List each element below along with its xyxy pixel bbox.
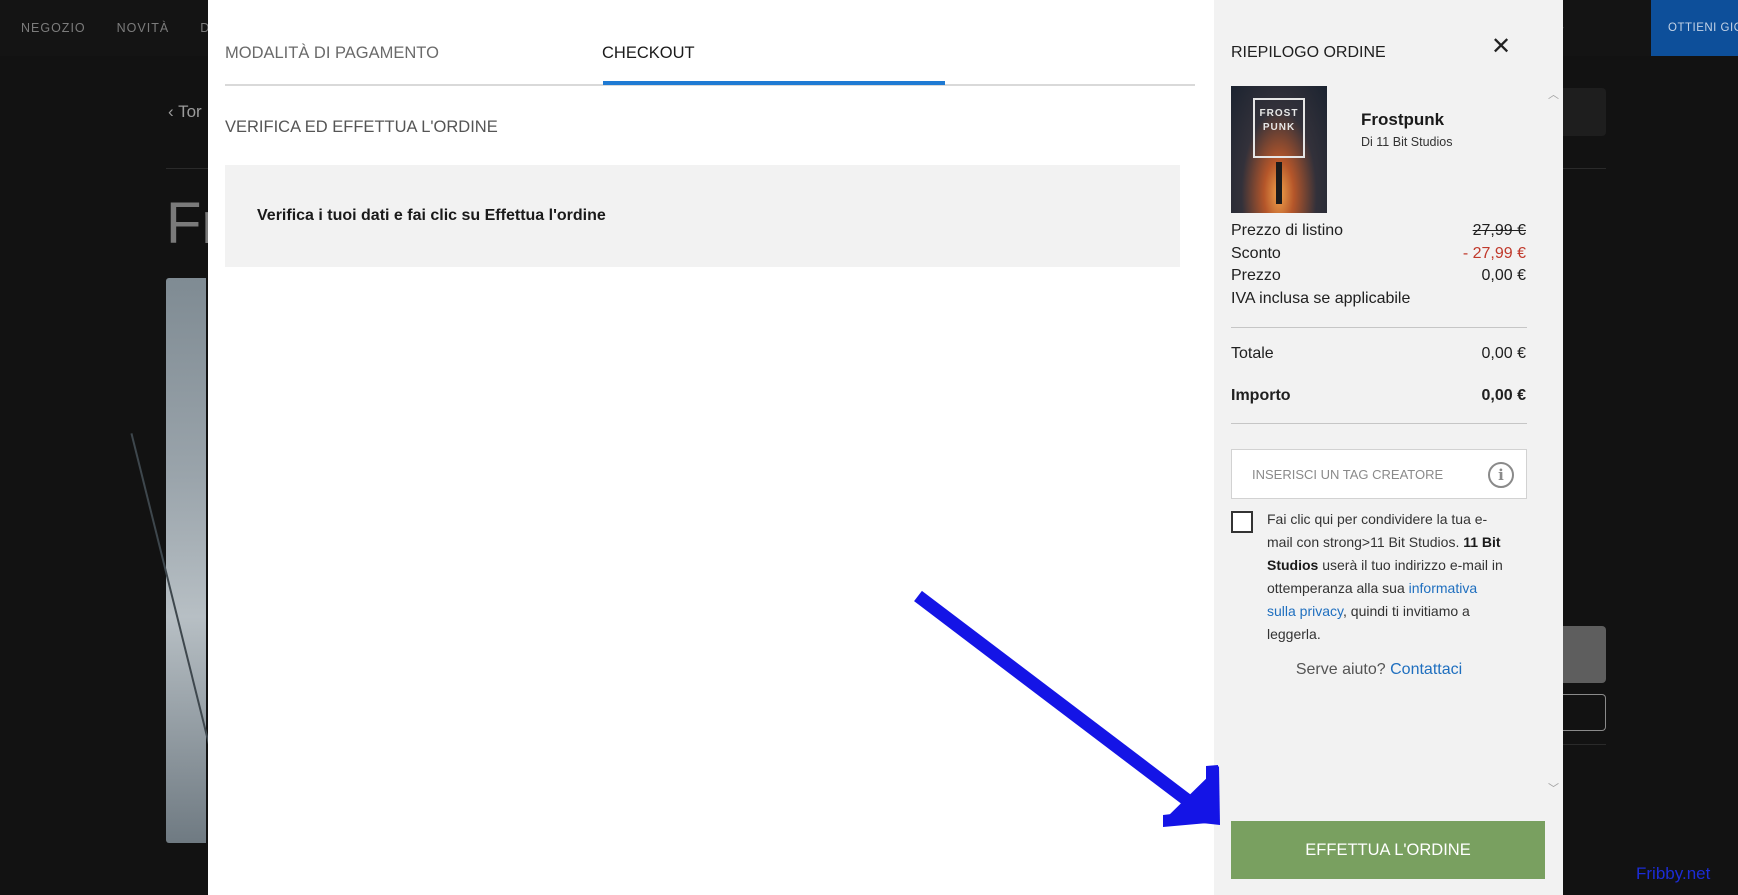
- amount-row: Importo 0,00 €: [1231, 387, 1526, 405]
- creator-tag-field: i: [1231, 449, 1527, 499]
- summary-scrollbar[interactable]: ︿ ﹀: [1546, 84, 1560, 799]
- buy-button-bg[interactable]: [1562, 626, 1606, 683]
- cover-tower: [1276, 162, 1282, 204]
- amount-label: Importo: [1231, 387, 1291, 404]
- info-icon[interactable]: i: [1488, 462, 1514, 488]
- close-icon[interactable]: ✕: [1490, 35, 1512, 59]
- game-developer: Di 11 Bit Studios: [1361, 135, 1453, 149]
- list-price-row: Prezzo di listino 27,99 €: [1231, 222, 1526, 240]
- amount-value: 0,00 €: [1481, 387, 1526, 404]
- price-row: Prezzo 0,00 €: [1231, 267, 1526, 285]
- checkout-modal: MODALITÀ DI PAGAMENTO CHECKOUT VERIFICA …: [208, 0, 1563, 895]
- info-message-box: Verifica i tuoi dati e fai clic su Effet…: [225, 165, 1180, 267]
- game-logo: FROST PUNK: [1253, 98, 1305, 158]
- section-title: VERIFICA ED EFFETTUA L'ORDINE: [225, 118, 498, 136]
- nav-item-store[interactable]: NEGOZIO: [21, 21, 86, 35]
- total-label: Totale: [1231, 345, 1274, 362]
- vat-label: IVA inclusa se applicabile: [1231, 290, 1411, 307]
- wishlist-button-bg[interactable]: [1562, 694, 1606, 731]
- divider: [1562, 744, 1606, 745]
- divider: [1231, 327, 1527, 328]
- divider: [1231, 423, 1527, 424]
- chevron-up-icon[interactable]: ︿: [1548, 86, 1559, 102]
- tab-checkout[interactable]: CHECKOUT: [602, 44, 695, 63]
- chevron-down-icon[interactable]: ﹀: [1548, 780, 1559, 796]
- hero-image: [166, 278, 206, 843]
- game-name: Frostpunk: [1361, 110, 1445, 129]
- share-email-checkbox[interactable]: [1231, 511, 1253, 533]
- summary-title: RIEPILOGO ORDINE: [1231, 44, 1386, 61]
- contact-link[interactable]: Contattaci: [1390, 661, 1462, 678]
- watermark: Fribby.net: [1636, 864, 1711, 883]
- get-games-button[interactable]: OTTIENI GIOCHI: [1651, 0, 1738, 56]
- store-nav: NEGOZIO NOVITÀ DI: [0, 0, 225, 56]
- back-link[interactable]: ‹ Tor: [168, 102, 202, 122]
- tab-payment-method[interactable]: MODALITÀ DI PAGAMENTO: [225, 44, 439, 63]
- help-text: Serve aiuto?: [1295, 661, 1386, 678]
- active-tab-indicator: [603, 81, 945, 85]
- list-price-value: 27,99 €: [1472, 222, 1526, 239]
- consent-text: Fai clic qui per condividere la tua e-ma…: [1267, 511, 1503, 642]
- order-summary-panel: RIEPILOGO ORDINE ✕ ︿ ﹀ FROST PUNK Frostpu…: [1214, 0, 1563, 895]
- total-row: Totale 0,00 €: [1231, 345, 1526, 363]
- price-value: 0,00 €: [1481, 267, 1526, 284]
- discount-label: Sconto: [1231, 245, 1281, 262]
- help-line: Serve aiuto? Contattaci: [1214, 661, 1544, 679]
- discount-value: - 27,99 €: [1462, 245, 1526, 262]
- discount-row: Sconto - 27,99 €: [1231, 245, 1526, 263]
- checkout-tabs: MODALITÀ DI PAGAMENTO CHECKOUT: [225, 0, 1195, 86]
- vat-row: IVA inclusa se applicabile: [1231, 290, 1526, 308]
- search-box[interactable]: [1562, 88, 1606, 136]
- place-order-button[interactable]: EFFETTUA L'ORDINE: [1231, 821, 1545, 879]
- creator-tag-input[interactable]: [1232, 450, 1482, 498]
- nav-item-new[interactable]: NOVITÀ: [117, 21, 170, 35]
- info-message: Verifica i tuoi dati e fai clic su Effet…: [257, 207, 606, 224]
- total-value: 0,00 €: [1481, 345, 1526, 362]
- price-label: Prezzo: [1231, 267, 1281, 284]
- game-cover-image: FROST PUNK: [1231, 86, 1327, 213]
- list-price-label: Prezzo di listino: [1231, 222, 1344, 239]
